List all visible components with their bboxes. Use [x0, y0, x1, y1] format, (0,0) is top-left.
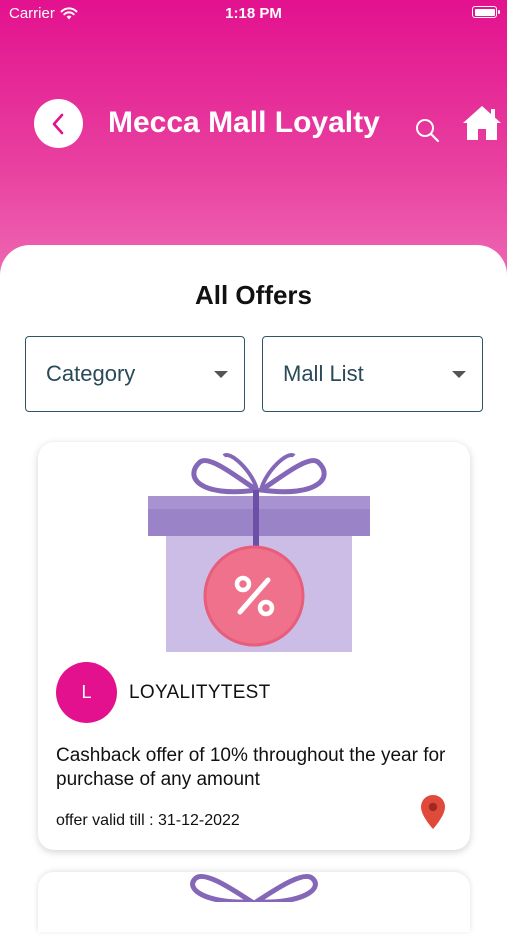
home-icon[interactable] [462, 104, 502, 142]
category-dropdown[interactable]: Category [25, 336, 245, 412]
battery-icon [472, 6, 500, 18]
status-time: 1:18 PM [225, 5, 282, 22]
offer-description: Cashback offer of 10% throughout the yea… [56, 745, 446, 790]
offer-card[interactable] [38, 872, 470, 932]
gift-box-percent-icon [148, 453, 370, 652]
mall-list-dropdown[interactable]: Mall List [262, 336, 483, 412]
mall-list-dropdown-label: Mall List [283, 361, 364, 386]
page-title: Mecca Mall Loyalty [108, 106, 380, 139]
gift-box-percent-icon [190, 873, 318, 902]
offer-card[interactable]: L LOYALITYTEST Cashback offer of 10% thr… [38, 442, 470, 850]
search-icon[interactable] [414, 117, 440, 143]
merchant-avatar: L [56, 662, 117, 723]
status-bar: Carrier 1:18 PM [0, 0, 507, 28]
location-pin-icon[interactable] [420, 794, 446, 830]
back-button[interactable] [34, 99, 83, 148]
battery-fill [474, 8, 495, 16]
caret-down-icon [452, 370, 466, 378]
section-title: All Offers [194, 280, 313, 310]
offer-validity: offer valid till : 31-12-2022 [56, 812, 240, 829]
merchant-name: LOYALITYTEST [129, 682, 271, 703]
chevron-left-icon [52, 113, 63, 134]
category-dropdown-label: Category [46, 361, 136, 386]
caret-down-icon [214, 370, 228, 378]
